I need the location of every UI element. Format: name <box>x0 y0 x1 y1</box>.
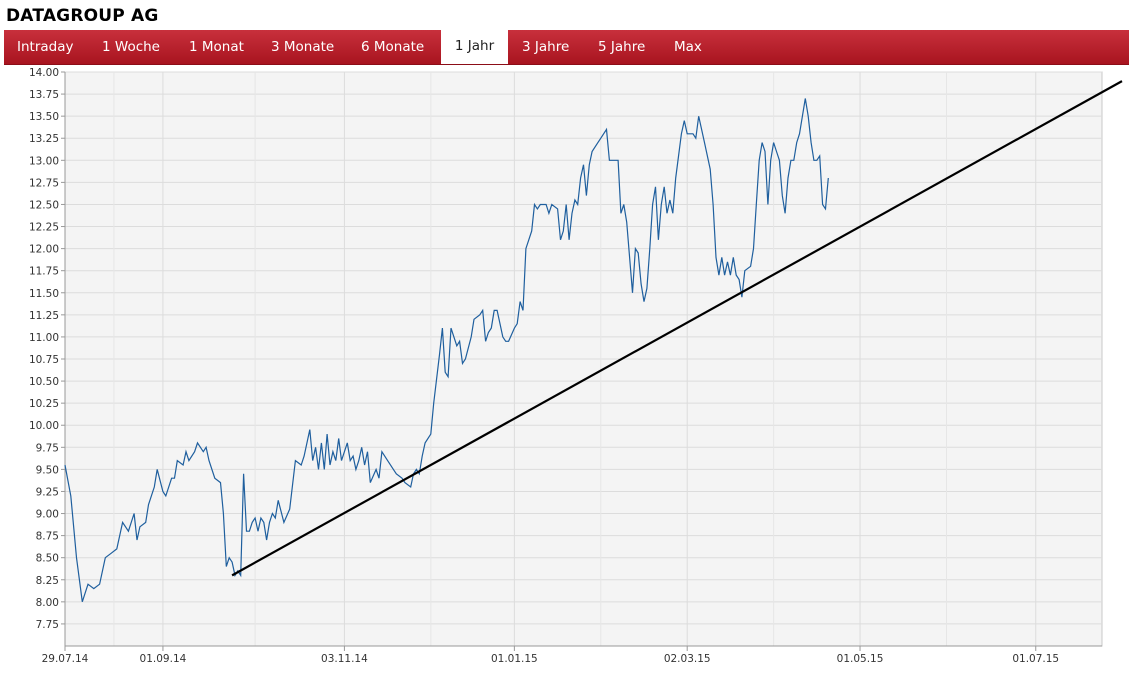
y-tick-label: 13.75 <box>29 89 59 101</box>
x-tick-label: 01.07.15 <box>1012 653 1059 665</box>
price-line-chart: 7.75 8.00 8.25 8.50 8.75 9.00 9.25 9.50 9.75 10.0… <box>29 67 1123 665</box>
page-title: DATAGROUP AG <box>6 6 159 26</box>
y-tick-label: 7.75 <box>36 619 59 631</box>
y-tick-label: 10.75 <box>29 354 59 366</box>
y-tick-label: 12.25 <box>29 222 59 234</box>
x-tick-label: 02.03.15 <box>664 653 711 665</box>
y-tick-label: 11.25 <box>29 310 59 322</box>
y-tick-label: 8.00 <box>36 597 59 609</box>
y-tick-label: 10.00 <box>29 420 59 432</box>
tab-1-monat[interactable]: 1 Monat <box>189 30 244 64</box>
y-tick-label: 12.00 <box>29 244 59 256</box>
y-tick-label: 11.75 <box>29 266 59 278</box>
tab-5-jahre[interactable]: 5 Jahre <box>598 30 645 64</box>
tab-1-woche[interactable]: 1 Woche <box>102 30 160 64</box>
timeframe-tabbar: Intraday 1 Woche 1 Monat 3 Monate 6 Mona… <box>4 26 1129 65</box>
y-tick-label: 11.50 <box>29 288 59 300</box>
y-tick-label: 13.25 <box>29 133 59 145</box>
x-tick-label: 01.09.14 <box>140 653 187 665</box>
tab-intraday[interactable]: Intraday <box>17 30 74 64</box>
y-tick-label: 11.00 <box>29 332 59 344</box>
tab-6-monate[interactable]: 6 Monate <box>361 30 424 64</box>
y-tick-label: 8.75 <box>36 531 59 543</box>
y-tick-label: 8.50 <box>36 553 59 565</box>
y-tick-label: 9.50 <box>36 464 59 476</box>
x-tick-label: 01.05.15 <box>837 653 884 665</box>
y-tick-label: 8.25 <box>36 575 59 587</box>
tab-3-monate[interactable]: 3 Monate <box>271 30 334 64</box>
x-tick-label: 03.11.14 <box>321 653 368 665</box>
y-tick-label: 10.25 <box>29 398 59 410</box>
y-tick-label: 10.50 <box>29 376 59 388</box>
y-tick-label: 9.00 <box>36 509 59 521</box>
y-tick-label: 12.75 <box>29 177 59 189</box>
tab-1-jahr[interactable]: 1 Jahr <box>441 26 508 64</box>
y-tick-label: 9.75 <box>36 442 59 454</box>
tab-max[interactable]: Max <box>674 30 702 64</box>
y-tick-label: 13.00 <box>29 155 59 167</box>
y-tick-label: 14.00 <box>29 67 59 79</box>
x-tick-label: 29.07.14 <box>42 653 89 665</box>
y-tick-label: 9.25 <box>36 486 59 498</box>
x-tick-label: 01.01.15 <box>491 653 538 665</box>
y-tick-label: 12.50 <box>29 199 59 211</box>
y-tick-label: 13.50 <box>29 111 59 123</box>
tab-3-jahre[interactable]: 3 Jahre <box>522 30 569 64</box>
